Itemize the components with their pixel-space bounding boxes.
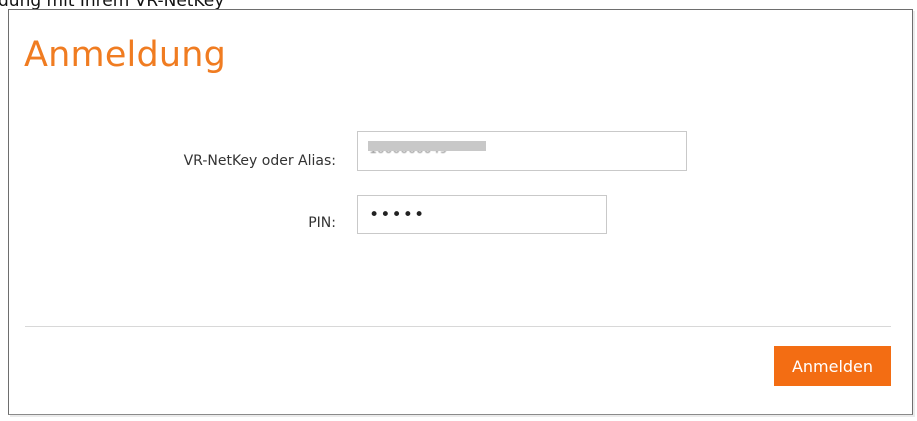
pin-label: PIN: bbox=[308, 215, 336, 231]
form-divider bbox=[25, 326, 891, 327]
login-button[interactable]: Anmelden bbox=[774, 346, 891, 386]
netkey-redaction bbox=[368, 141, 486, 151]
login-panel: Anmeldung VR-NetKey oder Alias: 10000000… bbox=[8, 9, 913, 415]
netkey-input[interactable]: 1000000049 bbox=[357, 131, 687, 171]
netkey-label: VR-NetKey oder Alias: bbox=[183, 153, 336, 169]
pin-input[interactable]: ••••• bbox=[357, 195, 607, 234]
page-title: Anmeldung bbox=[24, 35, 227, 75]
pin-value: ••••• bbox=[369, 205, 426, 225]
